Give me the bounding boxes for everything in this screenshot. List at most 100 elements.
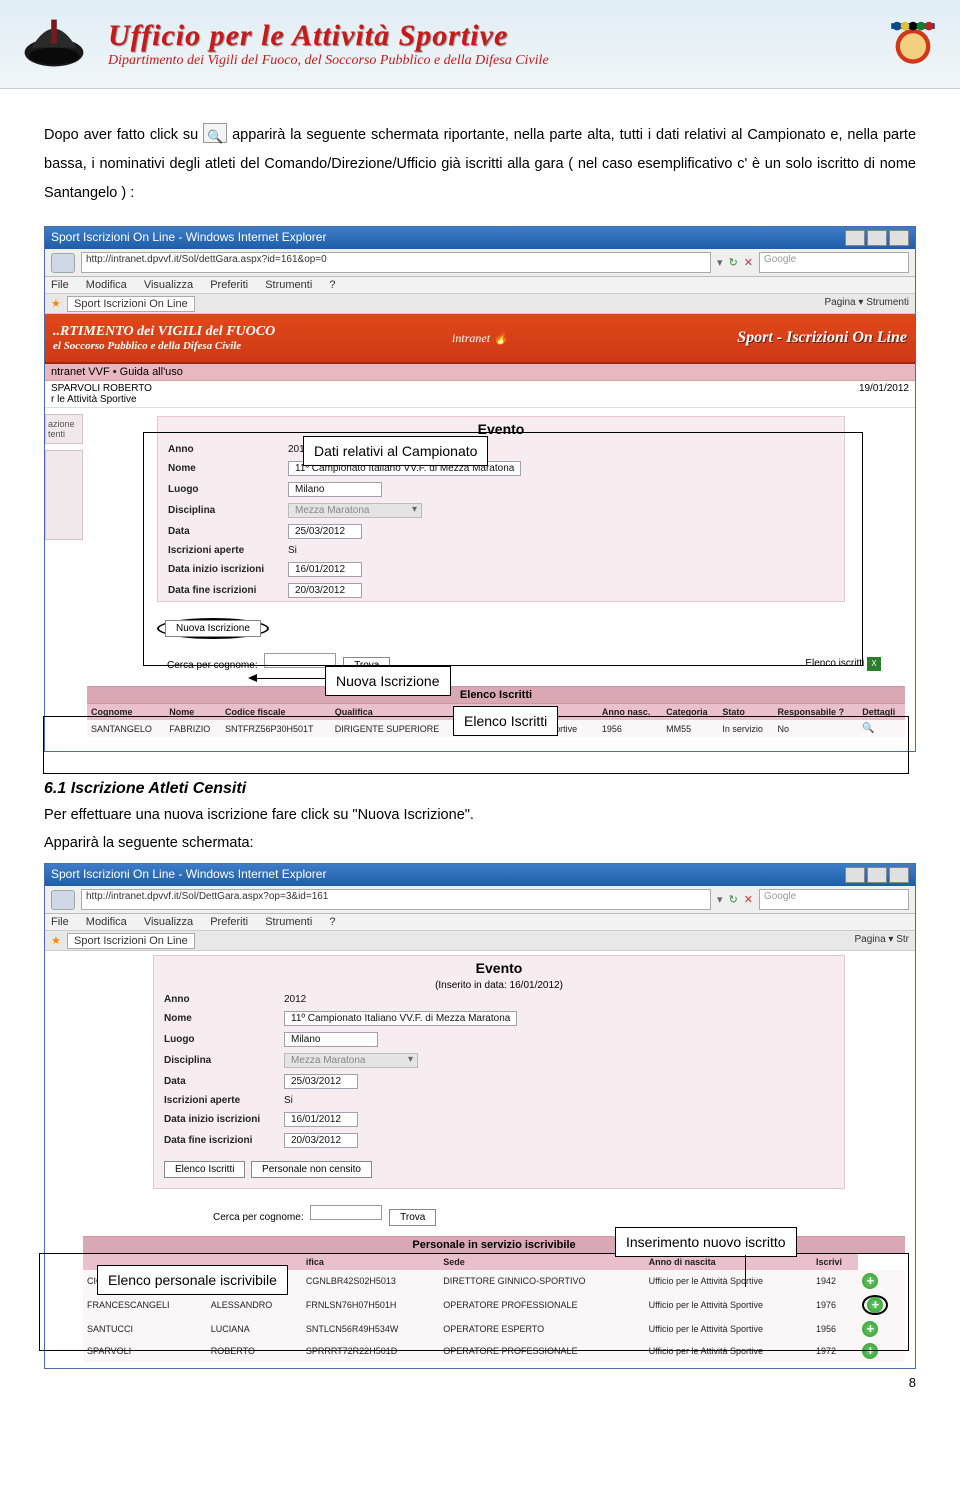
logged-office: r le Attività Sportive: [51, 394, 137, 405]
address-bar: http://intranet.dpvvf.it/Sol/DettGara.as…: [45, 886, 915, 914]
tab-bar: ★ Sport Iscrizioni On Line Pagina ▾ Stru…: [45, 294, 915, 314]
window-titlebar: Sport Iscrizioni On Line - Windows Inter…: [45, 864, 915, 886]
window-titlebar: Sport Iscrizioni On Line - Windows Inter…: [45, 227, 915, 249]
header-date: 19/01/2012: [859, 383, 909, 405]
url-field[interactable]: http://intranet.dpvvf.it/Sol/DettGara.as…: [81, 889, 711, 910]
table-title: Elenco Iscritti: [87, 686, 905, 704]
menu-fav[interactable]: Preferiti: [210, 916, 248, 928]
intranet-hdr-right: Sport - Iscrizioni On Line: [737, 329, 907, 347]
val-di: 16/01/2012: [288, 562, 362, 577]
menu-view[interactable]: Visualizza: [144, 279, 193, 291]
val-df: 20/03/2012: [288, 583, 362, 598]
val-data: 25/03/2012: [288, 524, 362, 539]
window-buttons: [845, 867, 909, 883]
window-title: Sport Iscrizioni On Line - Windows Inter…: [51, 867, 326, 883]
val-disc[interactable]: Mezza Maratona: [288, 503, 422, 518]
browser-search[interactable]: Google: [759, 889, 909, 910]
page-banner: Ufficio per le Attività Sportive Diparti…: [0, 0, 960, 89]
banner-subtitle: Dipartimento dei Vigili del Fuoco, del S…: [108, 53, 866, 69]
menu-help[interactable]: ?: [329, 279, 335, 291]
sidebar-item-1[interactable]: azionetenti: [45, 414, 83, 444]
menu-fav[interactable]: Preferiti: [210, 279, 248, 291]
callout-dati: Dati relativi al Campionato: [303, 436, 488, 466]
tab-bar: ★ Sport Iscrizioni On Line Pagina ▾ Str: [45, 931, 915, 951]
tab-tools[interactable]: Pagina ▾ Str: [855, 934, 910, 947]
val-luogo: Milano: [288, 482, 382, 497]
elenco-iscritti-button[interactable]: Elenco Iscritti: [164, 1161, 245, 1178]
tab-tools[interactable]: Pagina ▾ Strumenti: [824, 297, 909, 310]
sidebar-item-2[interactable]: [45, 450, 83, 540]
plus-icon[interactable]: +: [862, 1321, 878, 1337]
user-row: SPARVOLI ROBERTO r le Attività Sportive …: [45, 381, 915, 408]
excel-icon[interactable]: X: [867, 657, 881, 671]
val-aperte: Si: [288, 545, 297, 556]
intro-a: Dopo aver fatto click su: [44, 127, 198, 143]
elenco-link[interactable]: Elenco iscritti: [805, 658, 864, 669]
browser-tab[interactable]: Sport Iscrizioni On Line: [67, 296, 195, 312]
menu-file[interactable]: File: [51, 916, 69, 928]
crest-icon: [884, 13, 942, 76]
section-p2: Apparirà la seguente schermata:: [0, 830, 960, 858]
menu-help[interactable]: ?: [329, 916, 335, 928]
personale-non-censito-button[interactable]: Personale non censito: [251, 1161, 372, 1178]
intranet-header: ..RTIMENTO dei VIGILI del FUOCO el Socco…: [45, 314, 915, 364]
lbl-cerca: Cerca per cognome:: [213, 1212, 304, 1223]
lbl-anno: Anno: [168, 444, 288, 455]
window-buttons: [845, 230, 909, 246]
page-number: 8: [0, 1375, 960, 1398]
lbl-df: Data fine iscrizioni: [168, 585, 288, 596]
lbl-disc: Disciplina: [168, 505, 288, 516]
menu-bar: File Modifica Visualizza Preferiti Strum…: [45, 277, 915, 294]
screenshot-2: Sport Iscrizioni On Line - Windows Inter…: [44, 863, 916, 1369]
address-bar: http://intranet.dpvvf.it/Sol/dettGara.as…: [45, 249, 915, 277]
callout-elenco: Elenco Iscritti: [453, 706, 558, 736]
intranet-hdr-1: ..RTIMENTO dei VIGILI del FUOCO: [53, 324, 275, 339]
table-row[interactable]: SANTUCCILUCIANASNTLCN56R49H534WOPERATORE…: [83, 1318, 905, 1340]
plus-icon[interactable]: +: [862, 1273, 878, 1289]
menu-edit[interactable]: Modifica: [86, 279, 127, 291]
lbl-nome: Nome: [168, 463, 288, 474]
intranet-hdr-2: el Soccorso Pubblico e della Difesa Civi…: [53, 340, 275, 352]
magnify-icon[interactable]: 🔍: [862, 723, 874, 734]
url-field[interactable]: http://intranet.dpvvf.it/Sol/dettGara.as…: [81, 252, 711, 273]
panel-title: Evento: [154, 956, 844, 980]
menu-edit[interactable]: Modifica: [86, 916, 127, 928]
banner-title: Ufficio per le Attività Sportive: [108, 19, 866, 53]
callout-nuova: Nuova Iscrizione: [325, 666, 451, 696]
trova-button[interactable]: Trova: [389, 1209, 436, 1226]
section-heading: 6.1 Iscrizione Atleti Censiti: [0, 770, 960, 798]
lbl-di: Data inizio iscrizioni: [168, 564, 288, 575]
browser-tab[interactable]: Sport Iscrizioni On Line: [67, 933, 195, 949]
menu-tools[interactable]: Strumenti: [265, 279, 312, 291]
logged-user: SPARVOLI ROBERTO: [51, 383, 152, 394]
cerca-input[interactable]: [310, 1205, 382, 1220]
section-p1: Per effettuare una nuova iscrizione fare…: [0, 802, 960, 830]
menu-tools[interactable]: Strumenti: [265, 916, 312, 928]
lbl-luogo: Luogo: [168, 484, 288, 495]
window-title: Sport Iscrizioni On Line - Windows Inter…: [51, 230, 326, 246]
panel-subtitle: (Inserito in data: 16/01/2012): [154, 980, 844, 991]
vvf-helmet-icon: [18, 14, 90, 75]
table-row[interactable]: SPARVOLIROBERTOSPRRRT72R22H501DOPERATORE…: [83, 1340, 905, 1362]
plus-icon[interactable]: +: [867, 1297, 883, 1313]
screenshot-1: Sport Iscrizioni On Line - Windows Inter…: [44, 226, 916, 752]
nav-back-icon[interactable]: [51, 253, 75, 273]
table-row[interactable]: FRANCESCANGELIALESSANDROFRNLSN76H07H501H…: [83, 1292, 905, 1318]
nuova-iscrizione-button[interactable]: Nuova Iscrizione: [165, 620, 261, 637]
guide-bar: ntranet VVF • Guida all'uso: [45, 364, 915, 381]
menu-view[interactable]: Visualizza: [144, 916, 193, 928]
oval-highlight: Nuova Iscrizione: [157, 618, 269, 639]
lbl-aperte: Iscrizioni aperte: [168, 545, 288, 556]
panel-title: Evento: [158, 417, 844, 441]
menu-bar: File Modifica Visualizza Preferiti Strum…: [45, 914, 915, 931]
lbl-cerca: Cerca per cognome:: [167, 660, 258, 671]
callout-personale: Elenco personale iscrivibile: [97, 1265, 288, 1295]
sidebar: azionetenti: [45, 408, 83, 751]
magnify-icon: 🔍: [203, 123, 227, 143]
browser-search[interactable]: Google: [759, 252, 909, 273]
plus-icon[interactable]: +: [862, 1343, 878, 1359]
menu-file[interactable]: File: [51, 279, 69, 291]
nav-back-icon[interactable]: [51, 890, 75, 910]
intro-paragraph: Dopo aver fatto click su 🔍 apparirà la s…: [0, 89, 960, 220]
lbl-data: Data: [168, 526, 288, 537]
